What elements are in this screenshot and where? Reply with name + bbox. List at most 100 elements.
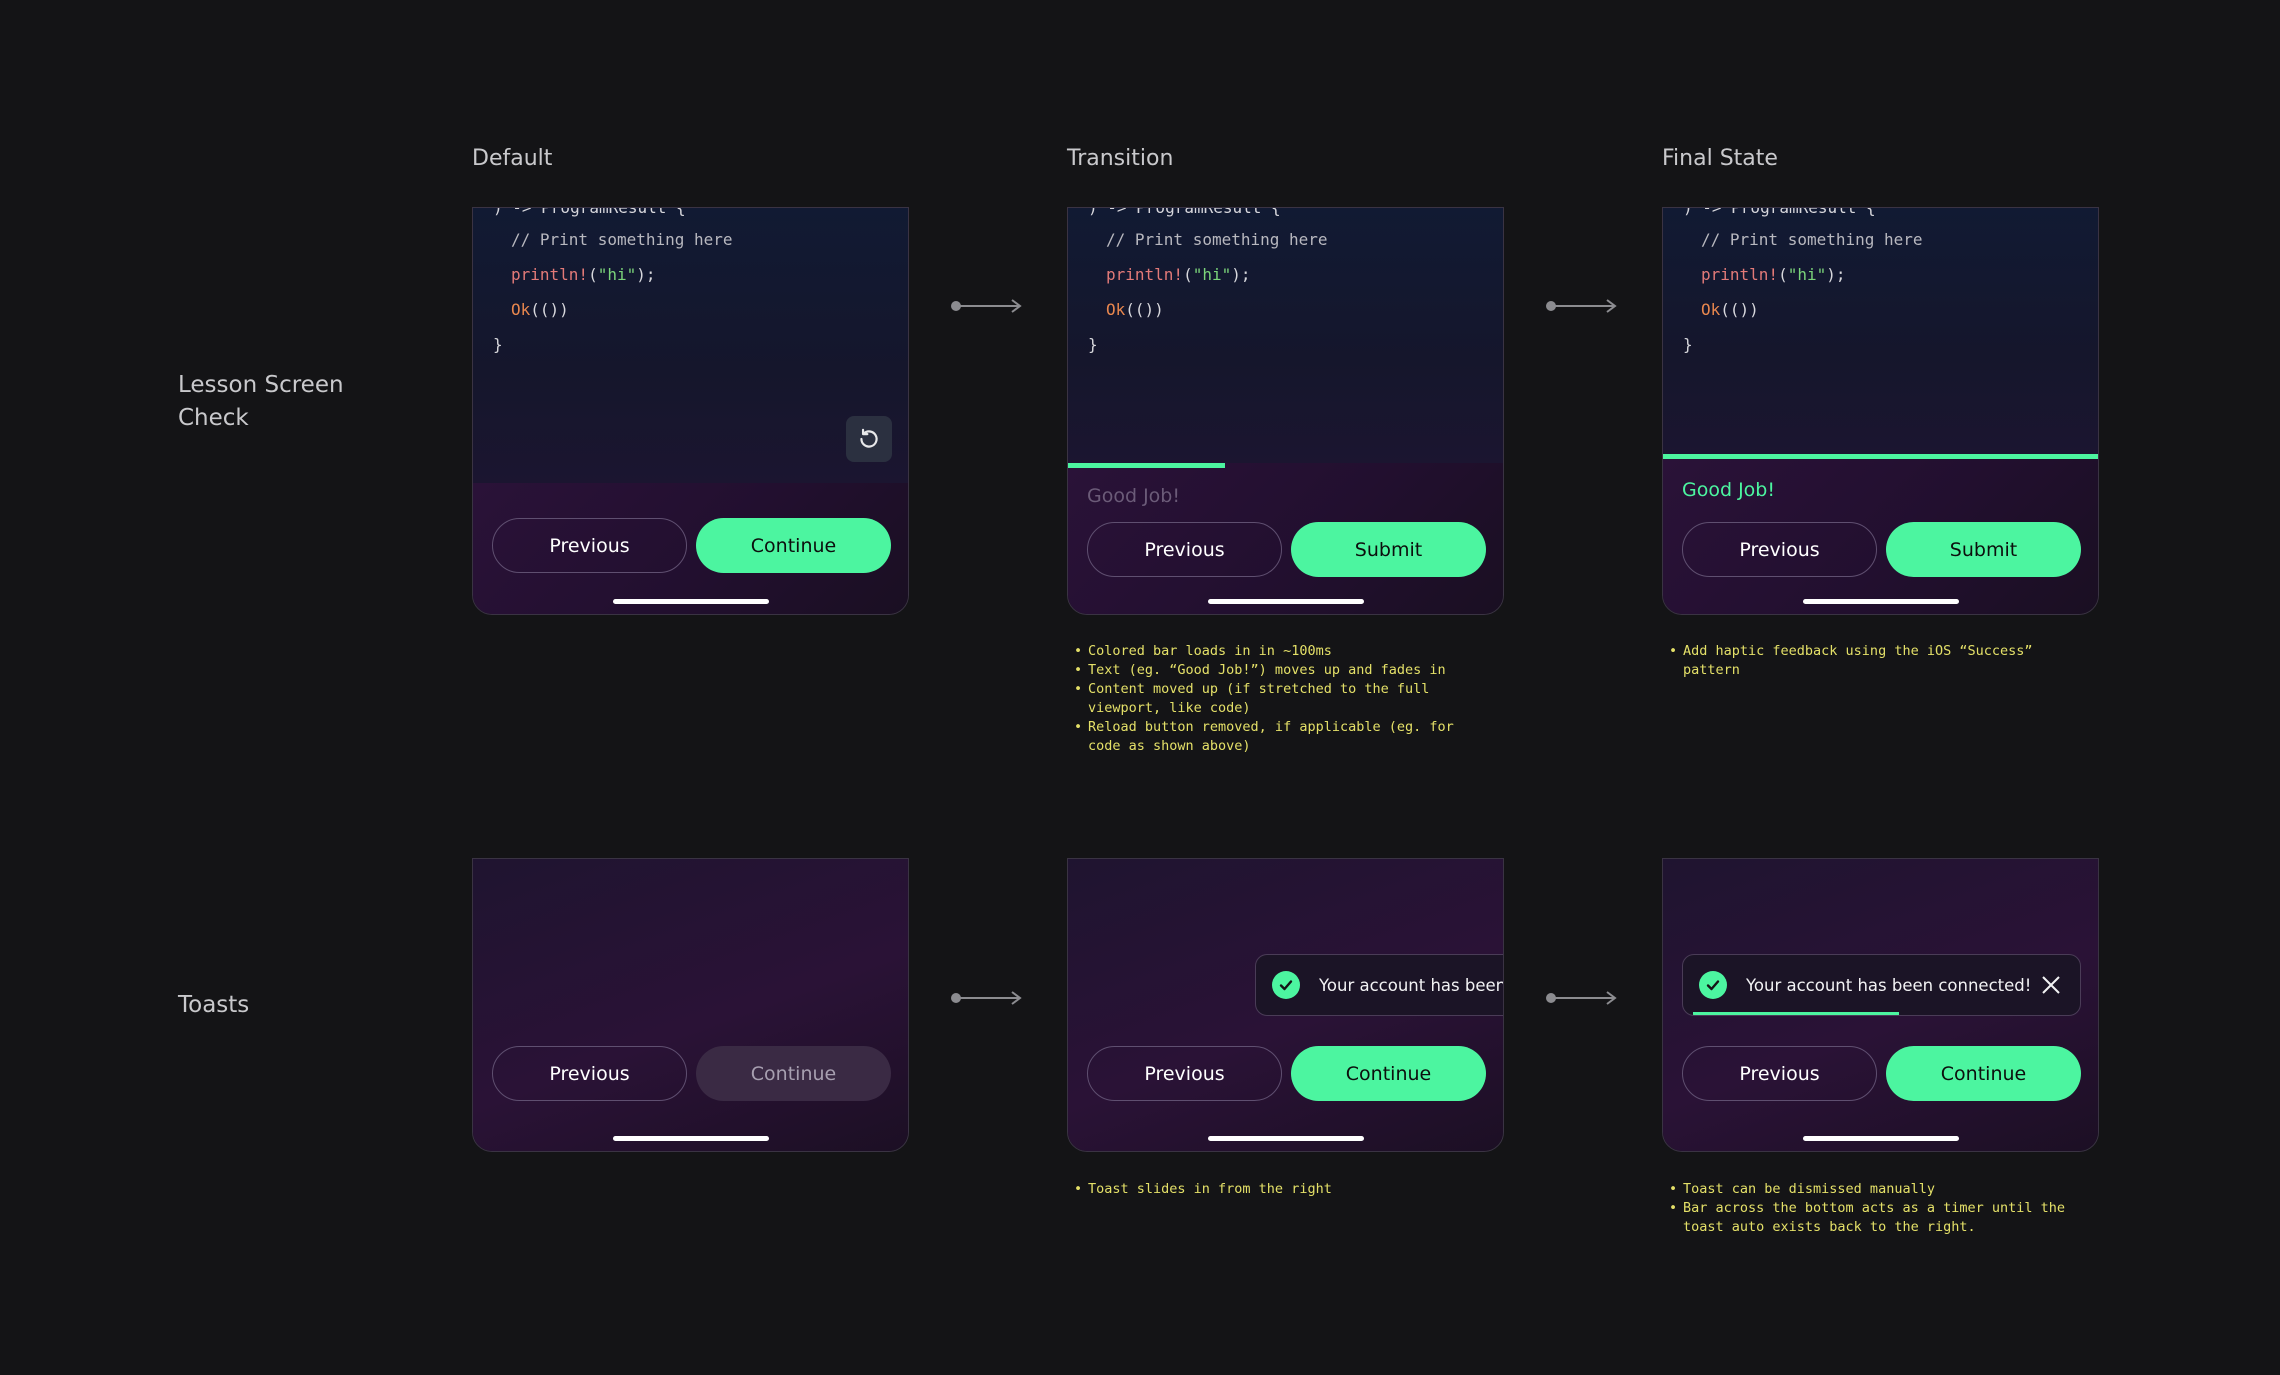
code-fn: println!	[1701, 265, 1779, 284]
transition-notes: Colored bar loads in in ~100ms Text (eg.…	[1074, 642, 1494, 756]
toast-default-screen: Previous Continue	[472, 858, 909, 1152]
feedback-complete-bar	[1663, 454, 2098, 459]
column-title-transition: Transition	[1067, 146, 1174, 171]
note-item: Add haptic feedback using the iOS “Succe…	[1669, 642, 2079, 680]
code-line-signature: ) -> ProgramResult {	[493, 208, 686, 217]
note-item: Content moved up (if stretched to the fu…	[1074, 680, 1494, 718]
continue-button-disabled: Continue	[696, 1046, 891, 1101]
arrow-right-icon	[1546, 299, 1617, 313]
toast-notification: Your account has been connected!	[1682, 954, 2081, 1016]
previous-button[interactable]: Previous	[1087, 522, 1282, 577]
code-line-ok: Ok(())	[511, 300, 569, 319]
close-icon[interactable]	[2040, 974, 2062, 996]
home-indicator	[613, 599, 769, 604]
previous-button[interactable]: Previous	[1087, 1046, 1282, 1101]
submit-button[interactable]: Submit	[1886, 522, 2081, 577]
code-ok-args: (())	[1125, 300, 1164, 319]
arrow-right-icon	[1546, 991, 1617, 1005]
check-icon	[1272, 971, 1300, 999]
code-fn: println!	[1106, 265, 1184, 284]
column-title-final-state: Final State	[1662, 146, 1778, 171]
code-editor: ) -> ProgramResult { // Print something …	[1663, 208, 2098, 454]
reload-icon	[860, 428, 878, 448]
code-string: "hi"	[1787, 265, 1827, 284]
code-string: "hi"	[597, 265, 637, 284]
arrow-right-icon	[951, 299, 1022, 313]
check-icon	[1699, 971, 1727, 999]
lesson-default-screen: ) -> ProgramResult { // Print something …	[472, 207, 909, 615]
code-line-ok: Ok(())	[1106, 300, 1164, 319]
arrow-right-icon	[951, 991, 1022, 1005]
code-line-println: println!("hi");	[1106, 265, 1251, 284]
code-line-println: println!("hi");	[1701, 265, 1846, 284]
final-state-notes: Add haptic feedback using the iOS “Succe…	[1669, 642, 2079, 680]
screen-background: Previous Continue	[473, 859, 908, 1151]
home-indicator	[1208, 599, 1364, 604]
code-line-brace: }	[493, 335, 503, 354]
code-paren-close: );	[636, 265, 656, 284]
code-paren-open: (	[588, 265, 598, 284]
row-title-lesson-screen-check: Lesson Screen Check	[178, 369, 344, 435]
note-item: Bar across the bottom acts as a timer un…	[1669, 1199, 2089, 1237]
code-line-signature: ) -> ProgramResult {	[1088, 208, 1281, 217]
bottom-bar: Good Job! Previous Submit	[1663, 454, 2098, 614]
code-line-ok: Ok(())	[1701, 300, 1759, 319]
previous-button[interactable]: Previous	[492, 518, 687, 573]
code-line-comment: // Print something here	[511, 230, 733, 249]
row-title-line-2: Check	[178, 405, 249, 431]
code-fn: println!	[511, 265, 589, 284]
submit-button[interactable]: Submit	[1291, 522, 1486, 577]
home-indicator	[1803, 1136, 1959, 1141]
code-string: "hi"	[1192, 265, 1232, 284]
code-line-println: println!("hi");	[511, 265, 656, 284]
toast-transition-screen: Your account has been co Previous Contin…	[1067, 858, 1504, 1152]
note-item: Toast can be dismissed manually	[1669, 1180, 2089, 1199]
bottom-bar: Previous Continue	[473, 483, 908, 614]
screen-background: Your account has been co Previous Contin…	[1068, 859, 1503, 1151]
lesson-final-screen: ) -> ProgramResult { // Print something …	[1662, 207, 2099, 615]
note-item: Reload button removed, if applicable (eg…	[1074, 718, 1494, 756]
code-paren-open: (	[1183, 265, 1193, 284]
toast-message: Your account has been connected!	[1746, 975, 2032, 995]
previous-button[interactable]: Previous	[492, 1046, 687, 1101]
home-indicator	[613, 1136, 769, 1141]
code-line-comment: // Print something here	[1701, 230, 1923, 249]
feedback-text: Good Job!	[1087, 485, 1180, 507]
home-indicator	[1803, 599, 1959, 604]
code-line-brace: }	[1088, 335, 1098, 354]
reload-button[interactable]	[846, 416, 892, 462]
code-ok: Ok	[511, 300, 531, 319]
bottom-bar: Good Job! Previous Submit	[1068, 463, 1503, 614]
row-title-toasts: Toasts	[178, 992, 250, 1018]
toast-timer-bar	[1693, 1012, 1900, 1015]
code-paren-close: );	[1231, 265, 1251, 284]
code-line-comment: // Print something here	[1106, 230, 1328, 249]
toast-message: Your account has been co	[1319, 975, 1504, 995]
column-title-default: Default	[472, 146, 553, 171]
row-title-line-1: Lesson Screen	[178, 372, 344, 398]
lesson-transition-screen: ) -> ProgramResult { // Print something …	[1067, 207, 1504, 615]
continue-button[interactable]: Continue	[1886, 1046, 2081, 1101]
code-paren-close: );	[1826, 265, 1846, 284]
home-indicator	[1208, 1136, 1364, 1141]
continue-button[interactable]: Continue	[696, 518, 891, 573]
code-line-signature: ) -> ProgramResult {	[1683, 208, 1876, 217]
note-item: Toast slides in from the right	[1074, 1180, 1494, 1199]
code-line-brace: }	[1683, 335, 1693, 354]
feedback-loading-bar	[1068, 463, 1225, 468]
toast-transition-notes: Toast slides in from the right	[1074, 1180, 1494, 1199]
continue-button[interactable]: Continue	[1291, 1046, 1486, 1101]
toast-final-notes: Toast can be dismissed manually Bar acro…	[1669, 1180, 2089, 1237]
toast-notification: Your account has been co	[1255, 954, 1504, 1016]
note-item: Text (eg. “Good Job!”) moves up and fade…	[1074, 661, 1494, 680]
code-editor: ) -> ProgramResult { // Print something …	[473, 208, 908, 483]
toast-final-screen: Your account has been connected! Previou…	[1662, 858, 2099, 1152]
code-ok: Ok	[1106, 300, 1126, 319]
code-paren-open: (	[1778, 265, 1788, 284]
previous-button[interactable]: Previous	[1682, 1046, 1877, 1101]
code-ok-args: (())	[530, 300, 569, 319]
feedback-text: Good Job!	[1682, 479, 1775, 501]
previous-button[interactable]: Previous	[1682, 522, 1877, 577]
code-ok-args: (())	[1720, 300, 1759, 319]
code-editor: ) -> ProgramResult { // Print something …	[1068, 208, 1503, 463]
